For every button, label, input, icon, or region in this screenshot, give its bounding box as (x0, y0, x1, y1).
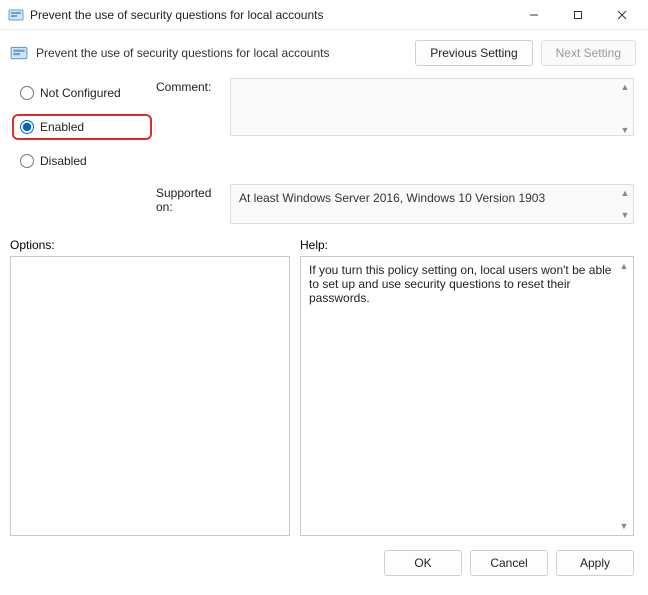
state-not-configured-label: Not Configured (40, 86, 121, 100)
policy-title: Prevent the use of security questions fo… (36, 46, 330, 60)
comment-field-wrap: ▲ ▼ (230, 78, 634, 139)
next-setting-button[interactable]: Next Setting (541, 40, 636, 66)
state-enabled-row[interactable]: Enabled (12, 114, 152, 140)
comment-label: Comment: (156, 78, 226, 94)
ok-button[interactable]: OK (384, 550, 462, 576)
panels-labels: Options: Help: (0, 228, 648, 256)
scroll-up-icon: ▲ (618, 80, 632, 94)
minimize-icon (529, 10, 539, 20)
scroll-down-icon: ▼ (618, 208, 632, 222)
previous-setting-button[interactable]: Previous Setting (415, 40, 532, 66)
state-enabled-radio[interactable] (20, 120, 34, 134)
maximize-button[interactable] (556, 0, 600, 30)
supported-on-label: Supported on: (156, 184, 226, 214)
state-disabled-radio[interactable] (20, 154, 34, 168)
scroll-up-icon: ▲ (617, 259, 631, 273)
help-panel: If you turn this policy setting on, loca… (300, 256, 634, 536)
config-area: Not Configured Enabled Disabled Comment:… (0, 74, 648, 228)
supported-on-field: At least Windows Server 2016, Windows 10… (230, 184, 634, 224)
state-disabled-row[interactable]: Disabled (12, 148, 152, 174)
comment-field[interactable] (230, 78, 634, 136)
policy-header: Prevent the use of security questions fo… (0, 30, 648, 74)
cancel-button[interactable]: Cancel (470, 550, 548, 576)
supported-on-wrap: At least Windows Server 2016, Windows 10… (230, 184, 634, 224)
close-button[interactable] (600, 0, 644, 30)
help-label: Help: (300, 238, 634, 252)
state-not-configured-row[interactable]: Not Configured (12, 80, 152, 106)
dialog-footer: OK Cancel Apply (0, 536, 648, 586)
state-disabled-label: Disabled (40, 154, 87, 168)
maximize-icon (573, 10, 583, 20)
apply-button[interactable]: Apply (556, 550, 634, 576)
window-title: Prevent the use of security questions fo… (30, 8, 324, 22)
help-content: If you turn this policy setting on, loca… (309, 263, 611, 305)
close-icon (617, 10, 627, 20)
panels: If you turn this policy setting on, loca… (0, 256, 648, 536)
scroll-up-icon: ▲ (618, 186, 632, 200)
state-enabled-label: Enabled (40, 120, 84, 134)
state-not-configured-radio[interactable] (20, 86, 34, 100)
scroll-down-icon: ▼ (617, 519, 631, 533)
policy-app-icon (8, 7, 24, 23)
titlebar: Prevent the use of security questions fo… (0, 0, 648, 30)
state-radio-group: Not Configured Enabled Disabled (12, 78, 152, 174)
scroll-down-icon: ▼ (618, 123, 632, 137)
options-label: Options: (10, 238, 290, 252)
minimize-button[interactable] (512, 0, 556, 30)
policy-icon (10, 44, 28, 62)
options-panel (10, 256, 290, 536)
